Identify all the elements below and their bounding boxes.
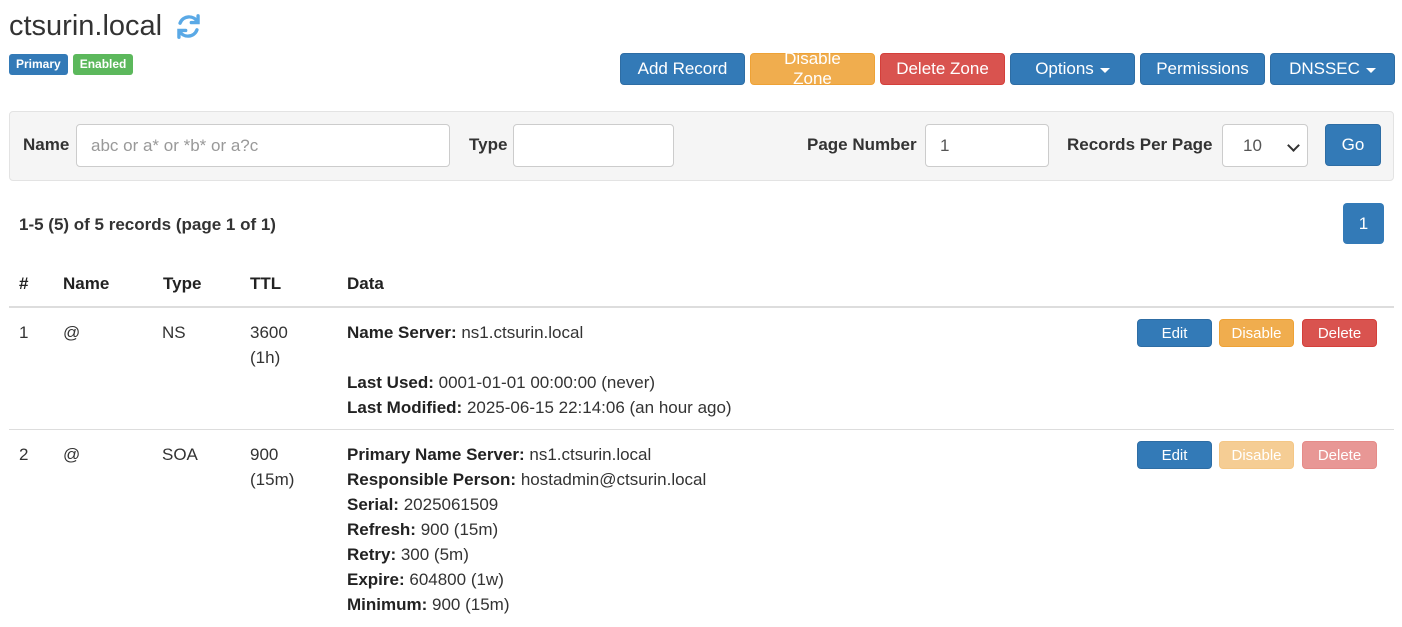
records-per-page-select[interactable]: 10 [1222, 124, 1308, 167]
disable-record-button[interactable]: Disable [1219, 319, 1294, 347]
data-line: Last Used: 0001-01-01 00:00:00 (never) [347, 373, 656, 392]
delete-zone-button[interactable]: Delete Zone [880, 53, 1005, 85]
records-summary: 1-5 (5) of 5 records (page 1 of 1) [19, 215, 276, 234]
col-header-num: # [19, 274, 29, 293]
type-filter-label: Type [469, 135, 508, 154]
dnssec-label: DNSSEC [1289, 59, 1360, 78]
edit-record-button[interactable]: Edit [1137, 319, 1212, 347]
add-record-button[interactable]: Add Record [620, 53, 745, 85]
enabled-badge: Enabled [72, 54, 134, 75]
options-label: Options [1035, 59, 1094, 78]
options-dropdown-button[interactable]: Options [1010, 53, 1135, 85]
page-number-label: Page Number [807, 135, 917, 154]
row-data: Name Server: ns1.ctsurin.local Last Used… [347, 320, 732, 420]
col-header-name: Name [63, 274, 110, 293]
data-line: Serial: 2025061509 [347, 495, 499, 514]
zone-title: ctsurin.local [9, 10, 202, 43]
primary-badge: Primary [9, 54, 68, 75]
permissions-button[interactable]: Permissions [1140, 53, 1265, 85]
record-filter-bar: Name Type Page Number Records Per Page 1… [9, 111, 1394, 181]
name-filter-input[interactable] [76, 124, 450, 167]
row-name: @ [63, 323, 81, 342]
zone-badges: Primary Enabled [9, 54, 134, 75]
data-line: Minimum: 900 (15m) [347, 595, 510, 614]
refresh-icon[interactable] [175, 13, 202, 40]
row-num: 1 [19, 323, 29, 342]
row-name: @ [63, 445, 81, 464]
records-per-page-value: 10 [1243, 135, 1262, 155]
data-line: Retry: 300 (5m) [347, 545, 469, 564]
col-header-data: Data [347, 274, 384, 293]
row-ttl: 3600 (1h) [250, 320, 288, 370]
name-filter-label: Name [23, 135, 70, 154]
table-row: 2 @ SOA 900 (15m) Primary Name Server: n… [9, 431, 1394, 627]
chevron-down-icon [1287, 139, 1300, 152]
table-row: 1 @ NS 3600 (1h) Name Server: ns1.ctsuri… [9, 309, 1394, 430]
row-type: SOA [162, 445, 198, 464]
dnssec-dropdown-button[interactable]: DNSSEC [1270, 53, 1395, 85]
caret-down-icon [1099, 67, 1110, 73]
row-type: NS [162, 323, 186, 342]
ttl-human: (1h) [250, 348, 281, 367]
caret-down-icon [1365, 67, 1376, 73]
delete-record-button: Delete [1302, 441, 1377, 469]
ttl-seconds: 3600 [250, 323, 288, 342]
row-ttl: 900 (15m) [250, 442, 294, 492]
records-table-header: # Name Type TTL Data [9, 262, 1394, 308]
disable-zone-button[interactable]: Disable Zone [750, 49, 875, 88]
col-header-type: Type [163, 274, 202, 293]
zone-toolbar: Add Record Disable Zone Delete Zone Opti… [620, 49, 1395, 88]
pagination-page-1[interactable]: 1 [1343, 203, 1384, 244]
col-header-ttl: TTL [250, 274, 282, 293]
data-line: Name Server: ns1.ctsurin.local [347, 323, 584, 342]
ttl-seconds: 900 [250, 445, 279, 464]
delete-record-button[interactable]: Delete [1302, 319, 1377, 347]
data-line: Responsible Person: hostadmin@ctsurin.lo… [347, 470, 707, 489]
data-line: Expire: 604800 (1w) [347, 570, 504, 589]
row-data: Primary Name Server: ns1.ctsurin.local R… [347, 442, 706, 617]
edit-record-button[interactable]: Edit [1137, 441, 1212, 469]
records-per-page-label: Records Per Page [1067, 135, 1213, 154]
data-spacer [347, 345, 732, 370]
page-number-input[interactable] [925, 124, 1049, 167]
data-line: Refresh: 900 (15m) [347, 520, 499, 539]
data-line: Primary Name Server: ns1.ctsurin.local [347, 445, 652, 464]
zone-name: ctsurin.local [9, 10, 163, 42]
data-line: Last Modified: 2025-06-15 22:14:06 (an h… [347, 398, 732, 417]
go-button[interactable]: Go [1325, 124, 1381, 166]
row-num: 2 [19, 445, 29, 464]
type-filter-input[interactable] [513, 124, 674, 167]
disable-record-button: Disable [1219, 441, 1294, 469]
ttl-human: (15m) [250, 470, 295, 489]
